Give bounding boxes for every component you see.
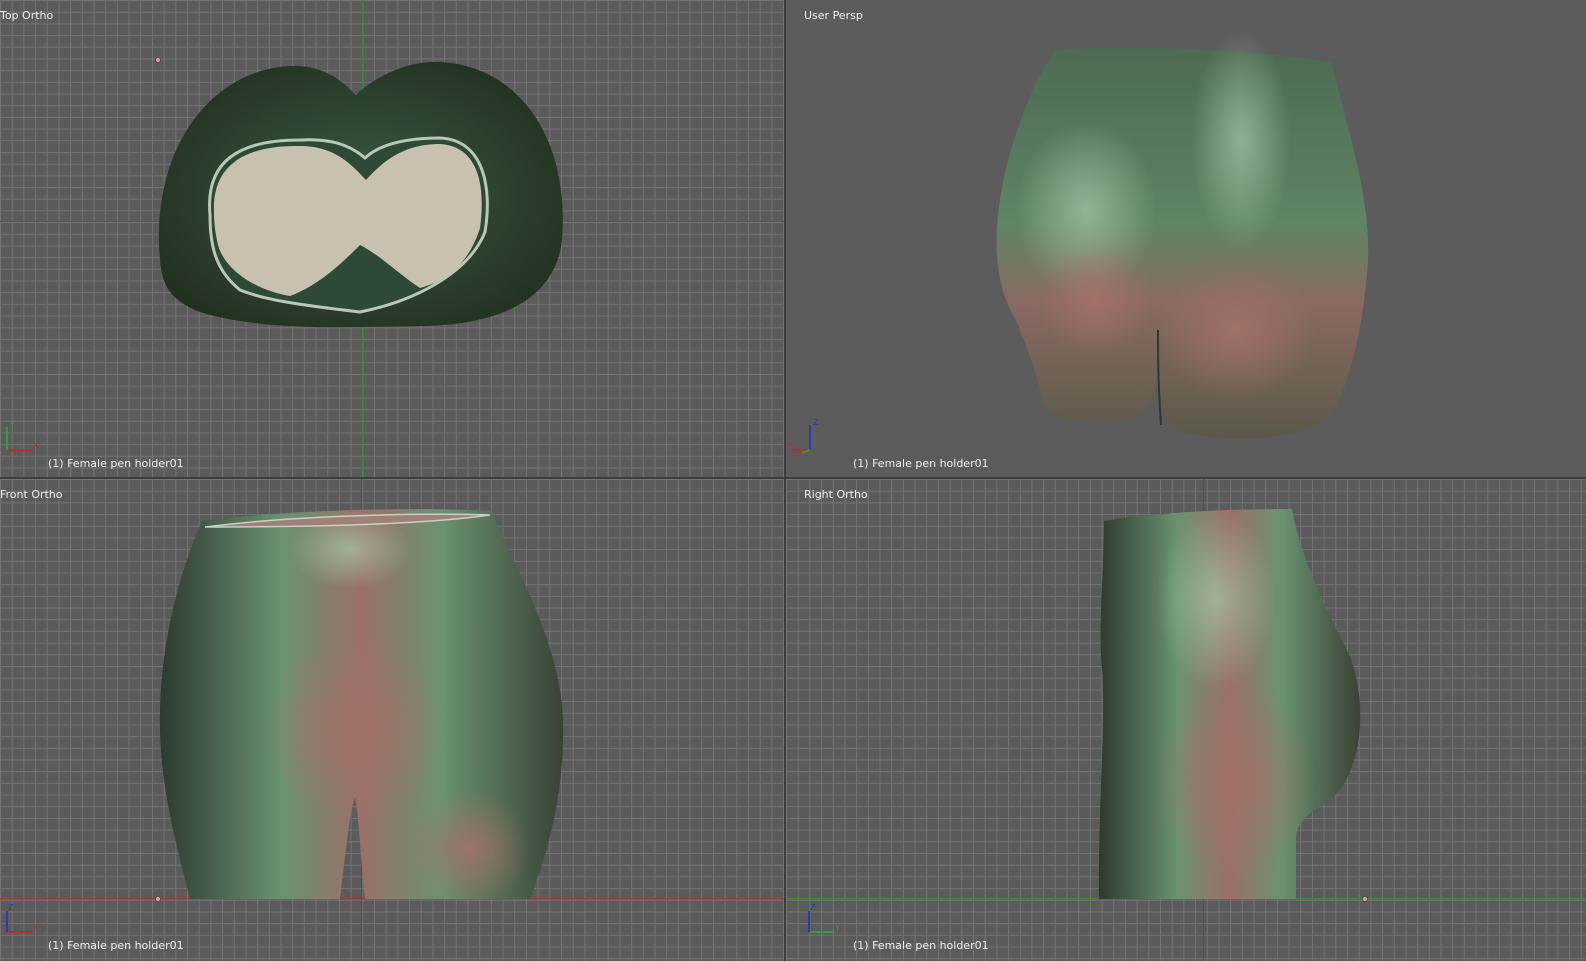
svg-text:X: X xyxy=(33,441,39,450)
svg-text:Z: Z xyxy=(813,418,819,427)
model-persp-view[interactable] xyxy=(786,0,1586,477)
axis-gizmo-icon: ZX xyxy=(788,418,819,454)
model-top-view[interactable] xyxy=(0,0,784,477)
viewport-title: Top Ortho xyxy=(0,9,54,22)
viewport-title: Right Ortho xyxy=(804,488,868,501)
svg-text:Z: Z xyxy=(810,903,816,912)
svg-text:Y: Y xyxy=(9,420,15,429)
viewport-title: User Persp xyxy=(804,9,863,22)
viewport-user-persp[interactable]: User Persp ZX (1) Female pen holder01 xyxy=(786,0,1586,477)
object-status-label: (1) Female pen holder01 xyxy=(853,939,989,952)
svg-text:Y: Y xyxy=(834,923,840,932)
model-front-view[interactable] xyxy=(0,479,784,961)
viewport-title: Front Ortho xyxy=(0,488,63,501)
object-status-label: (1) Female pen holder01 xyxy=(48,457,184,470)
svg-text:X: X xyxy=(33,923,39,932)
axis-gizmo-icon: ZY xyxy=(808,903,840,933)
axis-gizmo-icon: YX xyxy=(6,420,39,451)
object-status-label: (1) Female pen holder01 xyxy=(48,939,184,952)
svg-text:X: X xyxy=(788,440,794,449)
svg-text:Z: Z xyxy=(8,903,14,912)
axis-gizmo-icon: ZX xyxy=(6,903,39,933)
model-right-view[interactable] xyxy=(786,479,1586,961)
viewport-front-ortho[interactable]: Front Ortho ZX (1) Female pen holder01 xyxy=(0,479,784,961)
object-status-label: (1) Female pen holder01 xyxy=(853,457,989,470)
viewport-right-ortho[interactable]: Right Ortho ZY (1) Female pen holder01 xyxy=(786,479,1586,961)
viewport-top-ortho[interactable]: Top Ortho YX (1) Female pen holder01 xyxy=(0,0,784,477)
